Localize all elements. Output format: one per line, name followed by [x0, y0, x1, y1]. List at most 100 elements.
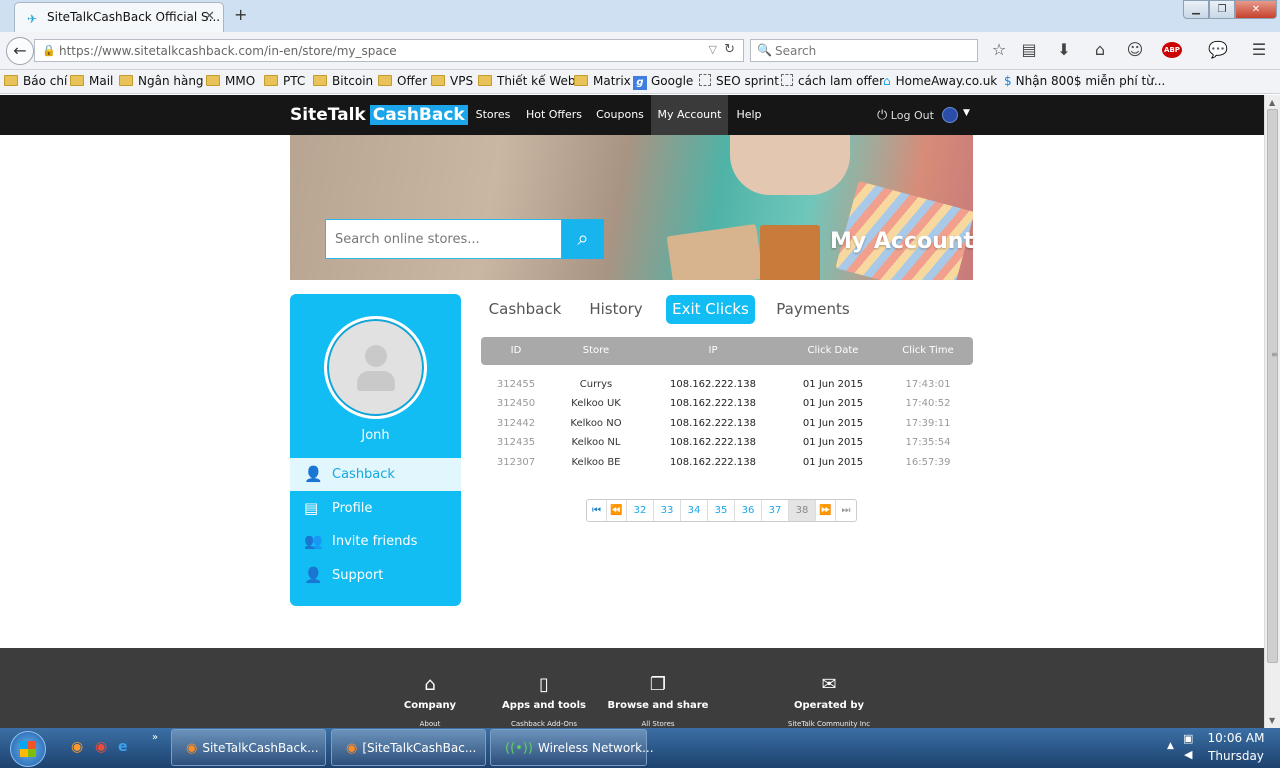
bookmarks-bar: Báo chí Mail Ngân hàng MMO PTC Bitcoin O…	[0, 70, 1280, 94]
taskbar-item[interactable]: ◉ [SiteTalkCashBac...	[331, 729, 486, 766]
table-row: 312455 Currys 108.162.222.138 01 Jun 201…	[481, 375, 973, 394]
chat-icon[interactable]: 💬	[1207, 40, 1229, 59]
bookmark-item[interactable]: Báo chí	[4, 74, 67, 88]
sidebar-item-support[interactable]: 👤 Support	[290, 559, 461, 592]
bookmark-item[interactable]: $ Nhận 800$ miễn phí từ...	[1004, 74, 1165, 88]
google-icon: g	[633, 76, 647, 90]
chrome-icon[interactable]: ◉	[95, 739, 107, 755]
first-page-icon[interactable]: ⏮	[587, 500, 607, 521]
nav-hot-offers[interactable]: Hot Offers	[522, 95, 586, 135]
start-button[interactable]	[10, 731, 46, 767]
bookmark-item[interactable]: Ngân hàng	[119, 74, 204, 88]
page-scrollbar[interactable]: ▲ ≡ ▼	[1264, 95, 1280, 728]
nav-coupons[interactable]: Coupons	[591, 95, 649, 135]
page-link[interactable]: 35	[708, 500, 735, 521]
page-link[interactable]: 37	[762, 500, 789, 521]
tray-expand-icon[interactable]: ▲	[1167, 741, 1174, 751]
clock[interactable]: 10:06 AM Thursday	[1196, 729, 1276, 765]
tab-payments[interactable]: Payments	[770, 295, 856, 324]
bookmark-item[interactable]: cách lam offer	[781, 74, 884, 88]
back-button[interactable]: ←	[6, 37, 34, 65]
window-close-button[interactable]: ✕	[1235, 0, 1277, 19]
nav-stores[interactable]: Stores	[468, 95, 518, 135]
footer-link[interactable]: SiteTalk Community Inc	[759, 720, 899, 728]
cell-store: Kelkoo BE	[571, 457, 621, 468]
cell-ip: 108.162.222.138	[670, 457, 756, 468]
show-more-icon[interactable]: »	[152, 732, 158, 743]
column-header-click-time[interactable]: Click Time	[896, 345, 960, 356]
volume-icon[interactable]: ◀	[1184, 748, 1192, 761]
nav-help[interactable]: Help	[732, 95, 766, 135]
column-header-click-date[interactable]: Click Date	[801, 345, 865, 356]
bookmark-item[interactable]: Matrix	[574, 74, 631, 88]
page-link[interactable]: 33	[654, 500, 681, 521]
new-tab-icon[interactable]: +	[234, 5, 247, 24]
tab-exit-clicks[interactable]: Exit Clicks	[666, 295, 755, 324]
window-minimize-button[interactable]: ▁	[1183, 0, 1209, 19]
site-logo[interactable]: SiteTalk CashBack	[290, 105, 468, 125]
bookmark-item[interactable]: Thiết kế Web	[478, 74, 575, 88]
page-link[interactable]: 36	[735, 500, 762, 521]
avatar[interactable]	[324, 316, 427, 419]
tab-close-icon[interactable]: ✕	[204, 9, 215, 24]
browser-search-input[interactable]: 🔍 Search	[750, 39, 978, 62]
globe-icon[interactable]	[942, 107, 958, 123]
tab-cashback[interactable]: Cashback	[482, 295, 568, 324]
taskbar-item[interactable]: ◉ SiteTalkCashBack...	[171, 729, 326, 766]
reload-icon[interactable]: ↻	[724, 42, 735, 57]
bookmark-item[interactable]: Mail	[70, 74, 113, 88]
store-search-button[interactable]: ⌕	[562, 219, 604, 259]
cell-store: Kelkoo NL	[571, 437, 621, 448]
bookmark-item[interactable]: Offer	[378, 74, 427, 88]
folder-icon	[574, 75, 588, 86]
bookmark-item[interactable]: MMO	[206, 74, 255, 88]
bookmark-item[interactable]: VPS	[431, 74, 473, 88]
download-icon[interactable]: ⬇	[1053, 40, 1075, 59]
power-icon: ⏻	[877, 108, 888, 123]
bookmark-item[interactable]: PTC	[264, 74, 305, 88]
table-header: ID Store IP Click Date Click Time	[481, 337, 973, 365]
bookmark-star-icon[interactable]: ☆	[988, 40, 1010, 59]
prev-page-icon[interactable]: ⏪	[607, 500, 627, 521]
logout-link[interactable]: ⏻ Log Out	[877, 108, 934, 123]
window-maximize-button[interactable]: ❐	[1209, 0, 1235, 19]
browser-tab[interactable]: ✈ SiteTalkCashBack Official S... ✕	[14, 2, 224, 32]
footer-column-operated: ✉ Operated by SiteTalk Community Inc	[759, 674, 899, 728]
footer-link[interactable]: All Stores	[588, 720, 728, 728]
firefox-icon[interactable]: ◉	[71, 739, 83, 755]
page-link[interactable]: 34	[681, 500, 708, 521]
bookmark-item[interactable]: Bitcoin	[313, 74, 373, 88]
tab-history[interactable]: History	[580, 295, 652, 324]
scroll-down-icon[interactable]: ▼	[1269, 716, 1275, 725]
page-link[interactable]: 32	[627, 500, 654, 521]
scroll-up-icon[interactable]: ▲	[1269, 98, 1275, 107]
home-icon[interactable]: ⌂	[1089, 40, 1111, 59]
ie-icon[interactable]: e	[118, 739, 128, 755]
username: Jonh	[361, 428, 390, 443]
bookmark-item[interactable]: ⌂ HomeAway.co.uk	[883, 74, 997, 88]
smiley-icon[interactable]: ☺	[1124, 40, 1146, 59]
bookmark-item[interactable]: g Google	[633, 74, 693, 90]
bookmark-item[interactable]: SEO sprint	[699, 74, 779, 88]
firefox-icon: ◉	[346, 741, 358, 756]
sidebar-item-cashback[interactable]: 👤 Cashback	[290, 458, 461, 491]
store-search-input[interactable]: Search online stores...	[325, 219, 562, 259]
column-header-ip[interactable]: IP	[683, 345, 743, 356]
adblock-icon[interactable]: ABP	[1162, 42, 1182, 58]
column-header-id[interactable]: ID	[496, 345, 536, 356]
last-page-icon: ⏭	[841, 505, 851, 516]
nav-my-account[interactable]: My Account	[651, 95, 728, 135]
caret-down-icon[interactable]: ▼	[963, 108, 970, 118]
user-money-icon: 👤	[304, 465, 323, 483]
reading-list-icon[interactable]: ▤	[1018, 40, 1040, 59]
network-icon[interactable]: ▣	[1183, 732, 1193, 745]
url-dropdown-icon[interactable]: ▽	[709, 43, 717, 56]
scroll-thumb[interactable]: ≡	[1267, 109, 1278, 663]
cell-ip: 108.162.222.138	[670, 418, 756, 429]
column-header-store[interactable]: Store	[566, 345, 626, 356]
taskbar-item[interactable]: ((•)) Wireless Network...	[490, 729, 654, 766]
sidebar-item-profile[interactable]: ▤ Profile	[290, 492, 461, 525]
menu-icon[interactable]: ☰	[1248, 40, 1270, 59]
url-bar[interactable]: 🔒 https://www.sitetalkcashback.com/in-en…	[34, 39, 744, 62]
sidebar-item-invite-friends[interactable]: 👥 Invite friends	[290, 525, 461, 558]
